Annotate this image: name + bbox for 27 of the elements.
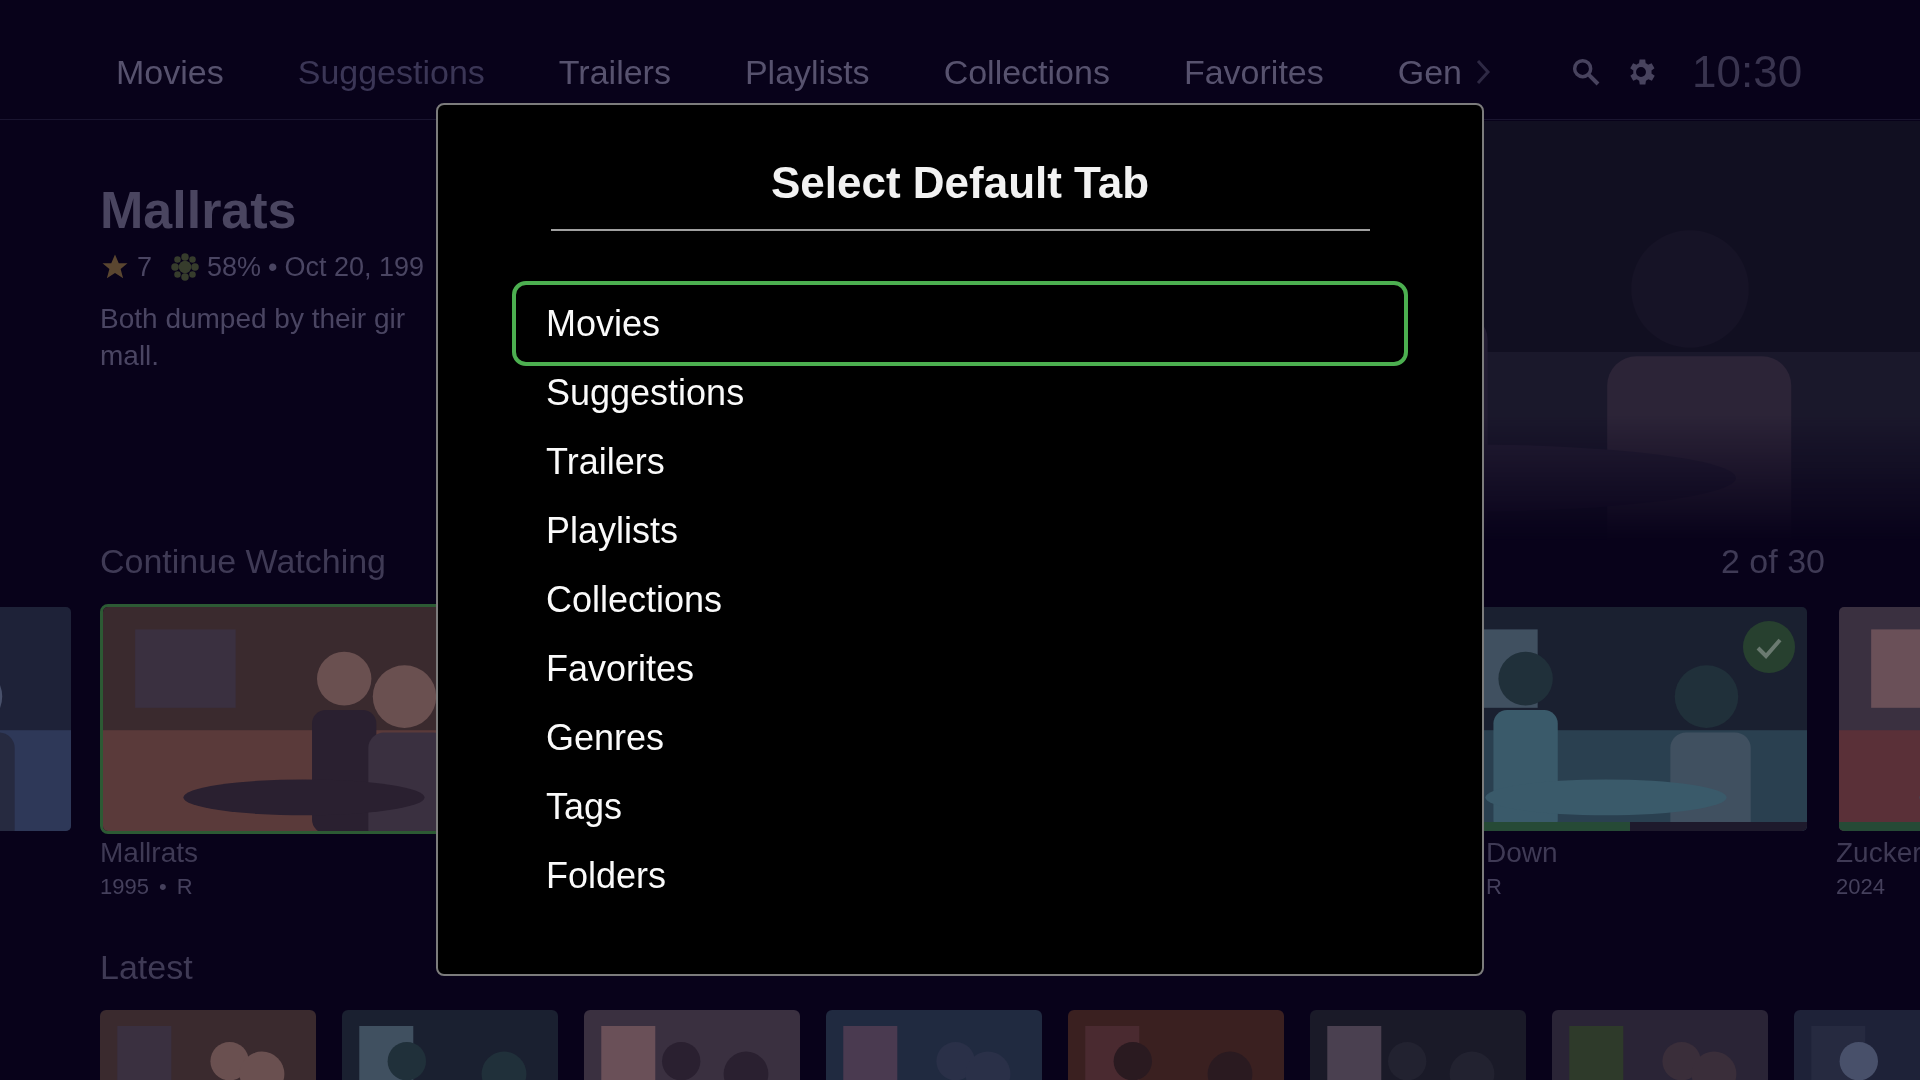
tab-option[interactable]: Folders: [512, 841, 1408, 910]
tab-option[interactable]: Collections: [512, 565, 1408, 634]
separator: •: [158, 873, 167, 901]
card-rating: R: [176, 873, 193, 901]
card-year: 1995: [100, 873, 149, 901]
tab-option[interactable]: Tags: [512, 772, 1408, 841]
description-line: Both dumped by their gir: [100, 302, 406, 336]
item-counter: 2 of 30: [1721, 541, 1825, 581]
tab-option[interactable]: Favorites: [512, 634, 1408, 703]
critic-score: 58%: [207, 251, 262, 284]
card-title: Down: [1485, 836, 1559, 870]
rating: 7: [137, 251, 153, 284]
card-title: Mallrats: [100, 836, 199, 870]
section-title: Continue Watching: [100, 541, 386, 581]
tab-option[interactable]: Playlists: [512, 496, 1408, 565]
movie-title: Mallrats: [100, 180, 297, 240]
dialog-title: Select Default Tab: [769, 157, 1151, 209]
tab-option[interactable]: Genres: [512, 703, 1408, 772]
section-title: Latest: [100, 947, 193, 987]
card-rating: R: [1486, 873, 1502, 901]
release-date: Oct 20, 199: [284, 251, 425, 284]
card-year: 2024: [1836, 873, 1885, 901]
tab-option[interactable]: Trailers: [512, 427, 1408, 496]
separator: •: [268, 251, 278, 284]
tab-option[interactable]: Movies: [512, 281, 1408, 366]
splat-icon: [170, 252, 201, 282]
description-line: mall.: [100, 339, 160, 373]
